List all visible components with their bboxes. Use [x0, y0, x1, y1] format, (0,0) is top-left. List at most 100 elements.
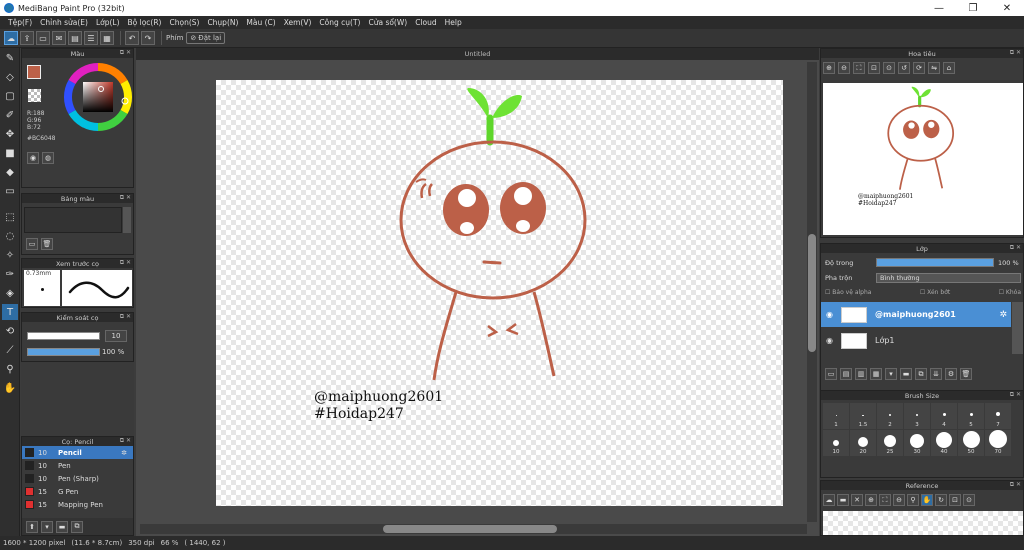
- brush-item-mapping-pen[interactable]: 15 Mapping Pen: [22, 498, 133, 511]
- panel-buttons-icon[interactable]: ⧉ ✕: [120, 259, 131, 267]
- delete-layer-icon[interactable]: 🗑: [960, 368, 972, 380]
- canvas-vertical-scrollbar[interactable]: [807, 62, 817, 522]
- brush-size-cell[interactable]: 40: [931, 430, 957, 456]
- new-palette-icon[interactable]: ▭: [26, 238, 38, 250]
- cloud-reference-icon[interactable]: ☁: [823, 494, 835, 506]
- brush-size-cell[interactable]: 5: [958, 403, 984, 429]
- navigator-preview[interactable]: @maiphuong2601 #Hoidap247: [823, 83, 1023, 235]
- zoom-out-icon[interactable]: ⊖: [893, 494, 905, 506]
- panel-buttons-icon[interactable]: ⧉ ✕: [1010, 391, 1021, 399]
- eyedropper-icon[interactable]: ⚲: [907, 494, 919, 506]
- brush-opacity-slider[interactable]: [27, 348, 100, 356]
- comment-icon[interactable]: ▭: [36, 31, 50, 45]
- canvas-horizontal-scrollbar[interactable]: [140, 524, 807, 534]
- new-8bit-layer-icon[interactable]: ▥: [855, 368, 867, 380]
- panel-buttons-icon[interactable]: ⧉ ✕: [120, 313, 131, 321]
- panel-buttons-icon[interactable]: ⧉ ✕: [1010, 481, 1021, 489]
- menu-view[interactable]: Xem(V): [280, 18, 316, 27]
- merge-layer-icon[interactable]: ⇊: [930, 368, 942, 380]
- rotate-icon[interactable]: ↻: [935, 494, 947, 506]
- list-icon[interactable]: ☰: [84, 31, 98, 45]
- brush-size-cell[interactable]: 10: [823, 430, 849, 456]
- layer-menu-icon[interactable]: ▾: [885, 368, 897, 380]
- actual-size-icon[interactable]: ⊡: [868, 62, 880, 74]
- brush-item-pen-sharp[interactable]: 10 Pen (Sharp): [22, 472, 133, 485]
- panel-buttons-icon[interactable]: ⧉ ✕: [120, 49, 131, 57]
- menu-tools[interactable]: Công cụ(T): [315, 18, 364, 27]
- lock-checkbox[interactable]: ☐ Khóa: [999, 289, 1021, 296]
- flip-icon[interactable]: ⇋: [928, 62, 940, 74]
- zoom-in-icon[interactable]: ⊕: [865, 494, 877, 506]
- brush-tool-icon[interactable]: ✎: [2, 50, 18, 66]
- cloud-icon[interactable]: ☁: [4, 31, 18, 45]
- maximize-button[interactable]: ❐: [956, 0, 990, 16]
- eye-icon[interactable]: ◉: [826, 336, 833, 345]
- menu-layer[interactable]: Lớp(L): [92, 18, 124, 27]
- select-pen-icon[interactable]: ✑: [2, 266, 18, 282]
- protect-alpha-checkbox[interactable]: ☐ Bảo vệ alpha: [825, 289, 871, 296]
- undo-icon[interactable]: ↶: [125, 31, 139, 45]
- brush-size-slider[interactable]: [27, 332, 100, 340]
- navigator-lock-icon[interactable]: ⌂: [943, 62, 955, 74]
- eyedropper-icon[interactable]: ⚲: [2, 361, 18, 377]
- gear-icon[interactable]: ✲: [999, 310, 1007, 320]
- drawing-canvas[interactable]: @maiphuong2601 #Hoidap247: [216, 80, 783, 506]
- menu-select[interactable]: Chọn(S): [165, 18, 203, 27]
- menu-color[interactable]: Màu (C): [242, 18, 279, 27]
- brush-item-g-pen[interactable]: 15 G Pen: [22, 485, 133, 498]
- main-color-swatch[interactable]: [27, 65, 41, 79]
- new-1bit-layer-icon[interactable]: ▦: [870, 368, 882, 380]
- eye-icon[interactable]: ◉: [826, 310, 833, 319]
- fit-icon[interactable]: ⛶: [853, 62, 865, 74]
- brush-size-cell[interactable]: 50: [958, 430, 984, 456]
- rotate-reset-icon[interactable]: ⊙: [963, 494, 975, 506]
- layer-row-text[interactable]: ◉ @maiphuong2601 ✲: [821, 302, 1011, 327]
- zoom-reset-icon[interactable]: ⊙: [883, 62, 895, 74]
- close-reference-icon[interactable]: ✕: [851, 494, 863, 506]
- palette-scrollbar[interactable]: [123, 207, 131, 233]
- share-icon[interactable]: ⇪: [20, 31, 34, 45]
- palette-area[interactable]: [24, 207, 122, 233]
- color-mode-icon[interactable]: ◉: [27, 152, 39, 164]
- layer-settings-icon[interactable]: ⚙: [945, 368, 957, 380]
- blend-mode-select[interactable]: Bình thường: [876, 273, 1021, 283]
- fit-icon[interactable]: ⛶: [879, 494, 891, 506]
- brush-size-cell[interactable]: 3: [904, 403, 930, 429]
- minimize-button[interactable]: —: [922, 0, 956, 16]
- brush-item-pencil[interactable]: 10 Pencil ✲: [22, 446, 133, 459]
- document-tab[interactable]: Untitled: [136, 48, 819, 60]
- bucket-tool-icon[interactable]: ◆: [2, 164, 18, 180]
- new-layer-icon[interactable]: ▭: [825, 368, 837, 380]
- select-rect-icon[interactable]: ⬚: [2, 209, 18, 225]
- reference-area[interactable]: [823, 511, 1023, 535]
- message-icon[interactable]: ✉: [52, 31, 66, 45]
- color-picker-icon[interactable]: ◍: [42, 152, 54, 164]
- folder-icon[interactable]: ▬: [56, 520, 68, 533]
- brush-size-value[interactable]: 10: [105, 330, 127, 342]
- menu-help[interactable]: Help: [441, 18, 466, 27]
- panel-buttons-icon[interactable]: ⧉ ✕: [1010, 244, 1021, 252]
- panel-buttons-icon[interactable]: ⧉ ✕: [1010, 49, 1021, 57]
- color-wheel[interactable]: [62, 61, 134, 133]
- copy-brush-icon[interactable]: ⧉: [71, 520, 83, 533]
- add-brush-icon[interactable]: ⬆: [26, 520, 38, 533]
- eraser-tool-icon[interactable]: ◇: [2, 69, 18, 85]
- menu-file[interactable]: Tệp(F): [4, 18, 36, 27]
- fill-rect-icon[interactable]: ■: [2, 145, 18, 161]
- open-folder-icon[interactable]: ▬: [837, 494, 849, 506]
- brush-size-cell[interactable]: 2: [877, 403, 903, 429]
- new-halftone-layer-icon[interactable]: ▤: [840, 368, 852, 380]
- gear-icon[interactable]: ✲: [121, 449, 127, 457]
- magic-wand-icon[interactable]: ✧: [2, 247, 18, 263]
- menu-window[interactable]: Cửa sổ(W): [364, 18, 411, 27]
- brush-settings-icon[interactable]: ▾: [41, 520, 53, 533]
- brush-size-cell[interactable]: 20: [850, 430, 876, 456]
- panel-buttons-icon[interactable]: ⧉ ✕: [120, 194, 131, 202]
- brush-size-cell[interactable]: 70: [985, 430, 1011, 456]
- menu-edit[interactable]: Chỉnh sửa(E): [36, 18, 92, 27]
- clipping-checkbox[interactable]: ☐ Xén bớt: [920, 289, 950, 296]
- layer-folder-icon[interactable]: ▬: [900, 368, 912, 380]
- redo-icon[interactable]: ↷: [141, 31, 155, 45]
- layer-scrollbar[interactable]: [1012, 302, 1023, 354]
- rotate-left-icon[interactable]: ↺: [898, 62, 910, 74]
